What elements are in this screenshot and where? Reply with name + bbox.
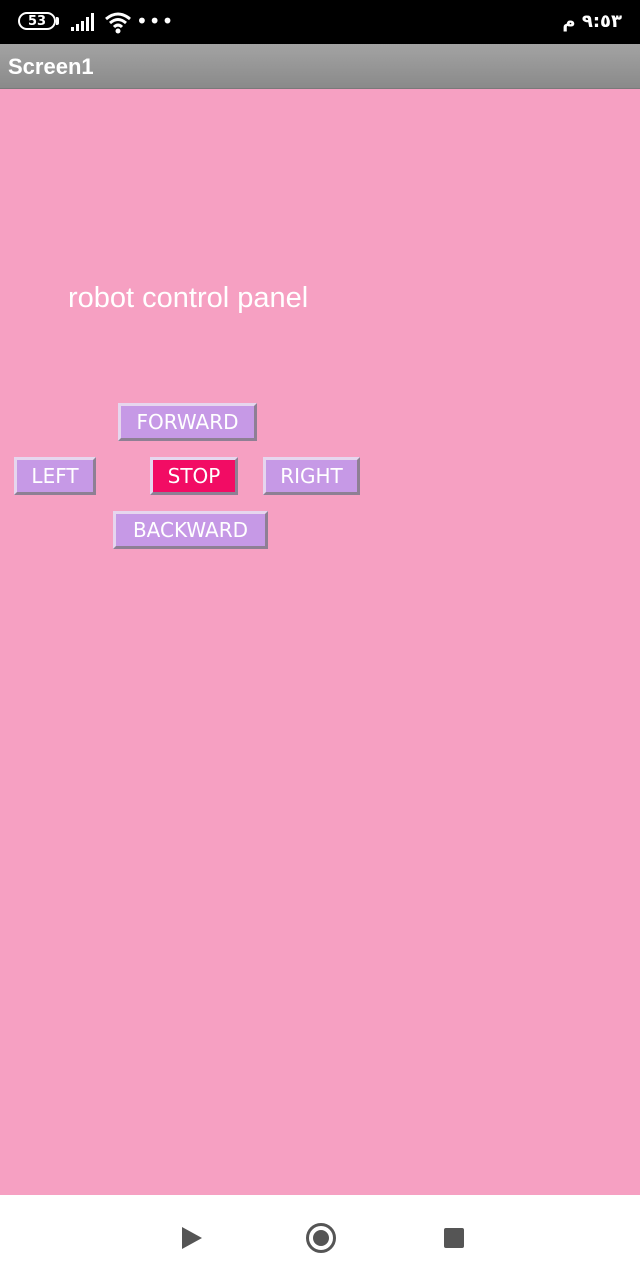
home-icon[interactable] [306, 1223, 336, 1253]
backward-button[interactable]: BACKWARD [113, 511, 268, 549]
navigation-bar [0, 1195, 640, 1280]
stop-button[interactable]: STOP [150, 457, 238, 495]
wifi-icon [105, 12, 131, 34]
panel-title-label: robot control panel [68, 282, 309, 314]
left-button[interactable]: LEFT [14, 457, 96, 495]
back-icon[interactable] [182, 1227, 202, 1249]
recent-apps-icon[interactable] [444, 1228, 464, 1248]
forward-button[interactable]: FORWARD [118, 403, 257, 441]
app-title-bar: Screen1 [0, 44, 640, 89]
battery-level: 53 [27, 13, 47, 29]
screen-title: Screen1 [8, 54, 94, 79]
right-button[interactable]: RIGHT [263, 457, 360, 495]
status-time: ٩:٥٣ م [562, 11, 622, 32]
more-notifications-icon: ••• [136, 9, 175, 33]
battery-icon: 53 [18, 12, 56, 30]
signal-icon [71, 13, 94, 31]
status-bar: 53 ••• ٩:٥٣ م [0, 0, 640, 44]
battery-tip [56, 17, 59, 25]
